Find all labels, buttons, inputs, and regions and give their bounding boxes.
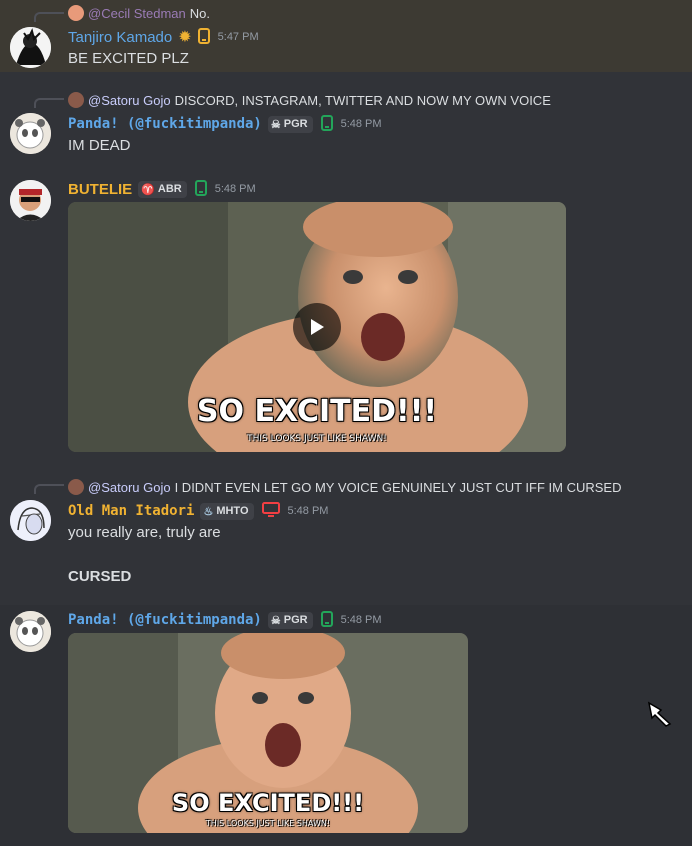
message-text: IM DEAD — [68, 137, 131, 154]
timestamp: 5:48 PM — [214, 183, 256, 195]
username[interactable]: Tanjiro Kamado — [68, 29, 172, 46]
mobile-icon — [320, 114, 333, 134]
message-text: BE EXCITED PLZ — [68, 50, 189, 67]
timestamp: 5:48 PM — [340, 118, 382, 130]
guild-tag[interactable]: ♈ ABR — [138, 180, 187, 198]
reply-preview[interactable]: @Satoru Gojo DISCORD, INSTAGRAM, TWITTER… — [68, 91, 551, 109]
mobile-icon — [197, 27, 210, 47]
avatar[interactable] — [10, 113, 51, 154]
gif-embed[interactable]: SO EXCITED!!! THIS LOOKS JUST LIKE SHAWN… — [68, 202, 566, 452]
message-text-bold: CURSED — [68, 568, 132, 585]
flame-icon: ♨ — [203, 505, 214, 518]
desktop-icon — [261, 501, 280, 521]
play-icon — [311, 319, 324, 335]
username[interactable]: Panda! (@fuckitimpanda) — [68, 116, 262, 132]
avatar[interactable] — [10, 500, 51, 541]
skull-icon: ☠ — [270, 614, 281, 627]
message-3[interactable]: BUTELIE ♈ ABR 5:48 PM SO EXCITED!!! THIS… — [0, 172, 692, 462]
guild-tag-label: PGR — [283, 614, 308, 626]
reply-text[interactable]: DISCORD, INSTAGRAM, TWITTER AND NOW MY O… — [175, 93, 551, 108]
reply-avatar — [68, 92, 84, 108]
message-2[interactable]: @Satoru Gojo DISCORD, INSTAGRAM, TWITTER… — [0, 88, 692, 160]
username[interactable]: Old Man Itadori — [68, 503, 194, 519]
timestamp: 5:47 PM — [217, 31, 259, 43]
guild-tag[interactable]: ☠ PGR — [267, 611, 313, 629]
skull-icon: ☠ — [270, 118, 281, 131]
cursor-icon — [646, 700, 676, 731]
reply-preview[interactable]: @Cecil Stedman No. — [68, 4, 210, 22]
avatar[interactable] — [10, 180, 51, 221]
avatar[interactable] — [10, 611, 51, 652]
reply-text[interactable]: I DIDNT EVEN LET GO MY VOICE GENUINELY J… — [175, 480, 622, 495]
reply-mention[interactable]: @Satoru Gojo — [88, 93, 171, 108]
horns-icon: ♈ — [141, 183, 155, 196]
sunflower-icon: ✹ — [178, 29, 192, 46]
mobile-icon — [320, 610, 333, 630]
gif-caption: SO EXCITED!!! — [171, 789, 365, 817]
reply-preview[interactable]: @Satoru Gojo I DIDNT EVEN LET GO MY VOIC… — [68, 478, 621, 496]
message-4[interactable]: @Satoru Gojo I DIDNT EVEN LET GO MY VOIC… — [0, 474, 692, 598]
timestamp: 5:48 PM — [340, 614, 382, 626]
username[interactable]: BUTELIE — [68, 181, 132, 198]
reply-mention[interactable]: @Satoru Gojo — [88, 480, 171, 495]
gif-subcaption: THIS LOOKS JUST LIKE SHAWN! — [205, 819, 331, 828]
gif-caption: SO EXCITED!!! — [196, 394, 438, 429]
guild-tag[interactable]: ♨ MHTO — [200, 502, 254, 520]
reply-avatar — [68, 5, 84, 21]
reply-text[interactable]: No. — [190, 6, 210, 21]
timestamp: 5:48 PM — [287, 505, 329, 517]
reply-avatar — [68, 479, 84, 495]
gif-embed[interactable]: SO EXCITED!!! THIS LOOKS JUST LIKE SHAWN… — [68, 633, 468, 833]
mobile-icon — [194, 179, 207, 199]
guild-tag-label: PGR — [283, 118, 308, 130]
reply-mention[interactable]: @Cecil Stedman — [88, 6, 186, 21]
avatar[interactable] — [10, 27, 51, 68]
message-text: you really are, truly are — [68, 524, 221, 541]
guild-tag-label: ABR — [157, 183, 182, 195]
username[interactable]: Panda! (@fuckitimpanda) — [68, 612, 262, 628]
guild-tag-label: MHTO — [216, 505, 249, 517]
guild-tag[interactable]: ☠ PGR — [267, 115, 313, 133]
message-5[interactable]: Panda! (@fuckitimpanda) ☠ PGR 5:48 PM SO … — [0, 605, 692, 846]
gif-subcaption: THIS LOOKS JUST LIKE SHAWN! — [247, 434, 387, 444]
play-button[interactable] — [293, 303, 341, 351]
message-1[interactable]: @Cecil Stedman No. Tanjiro Kamado ✹ 5:47… — [0, 0, 692, 72]
